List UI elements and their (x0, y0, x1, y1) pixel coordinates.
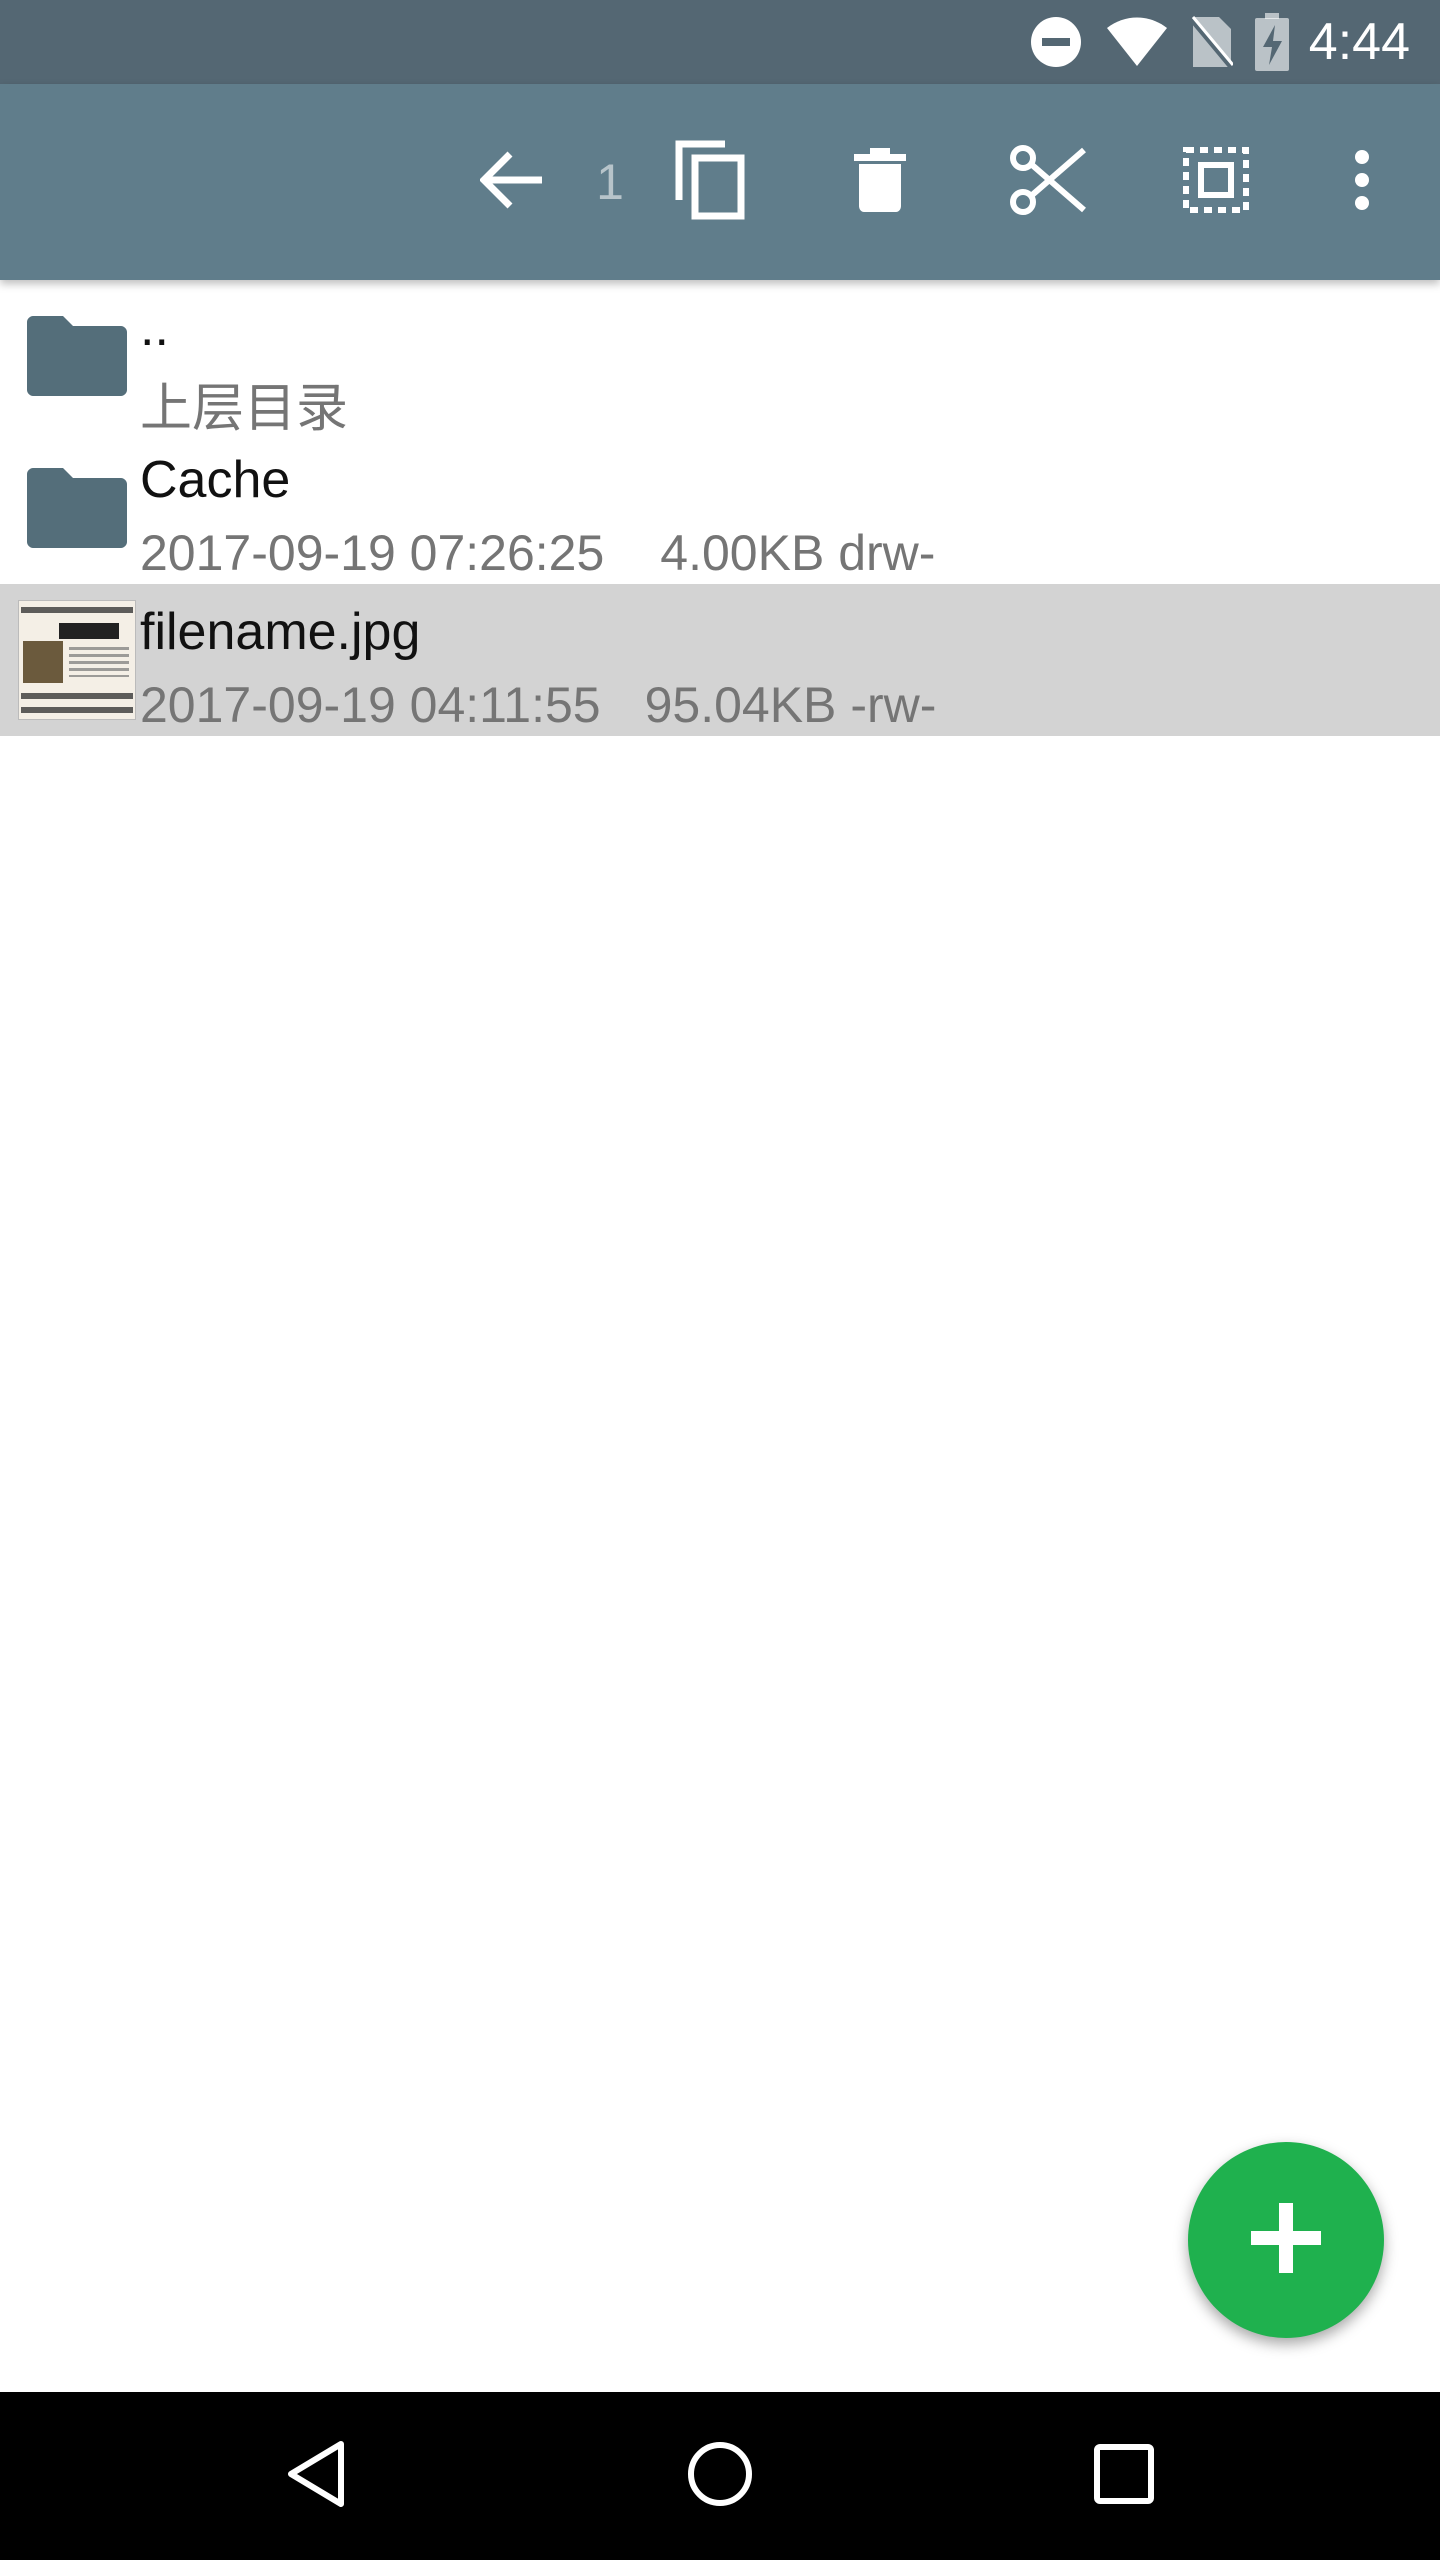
file-size: 4.00KB (660, 525, 825, 581)
delete-button[interactable] (820, 84, 940, 280)
folder-icon (14, 432, 140, 584)
file-permissions: -rw- (850, 677, 937, 733)
nav-home-button[interactable] (620, 2392, 820, 2560)
add-button[interactable] (1188, 2142, 1384, 2338)
file-date: 2017-09-19 07:26:25 (140, 525, 605, 581)
cut-button[interactable] (988, 84, 1108, 280)
back-button[interactable] (452, 84, 572, 280)
select-all-icon (1183, 146, 1249, 218)
copy-icon (675, 140, 745, 225)
file-name: Cache (140, 451, 291, 509)
more-vert-icon (1354, 149, 1370, 216)
nav-recents-icon (1094, 2443, 1154, 2509)
file-name: .. (140, 299, 169, 357)
file-date: 2017-09-19 04:11:55 (140, 677, 601, 733)
navigation-bar (0, 2392, 1440, 2560)
plus-icon (1251, 2202, 1321, 2278)
select-all-button[interactable] (1156, 84, 1276, 280)
selected-count: 1 (596, 154, 624, 210)
status-bar: 4:44 (0, 0, 1440, 84)
cut-icon (1010, 144, 1086, 221)
nav-home-icon (687, 2441, 753, 2512)
battery-charging-icon (1254, 13, 1289, 71)
more-options-button[interactable] (1302, 84, 1422, 280)
file-meta: 2017-09-19 07:26:25 4.00KB drw- (140, 524, 935, 582)
delete-icon (854, 147, 906, 217)
file-size: 95.04KB (644, 677, 837, 733)
list-item-parent-directory[interactable]: .. 上层目录 (0, 280, 1440, 439)
nav-recents-button[interactable] (1024, 2392, 1224, 2560)
status-time: 4:44 (1308, 13, 1410, 71)
nav-back-icon (286, 2440, 346, 2513)
folder-icon (14, 280, 140, 432)
file-name: filename.jpg (140, 603, 421, 661)
no-sim-icon (1188, 15, 1233, 69)
image-thumbnail (14, 584, 140, 736)
action-toolbar: 1 (0, 84, 1440, 280)
file-permissions: drw- (838, 525, 936, 581)
nav-back-button[interactable] (216, 2392, 416, 2560)
status-icons: 4:44 (1029, 0, 1410, 84)
copy-button[interactable] (650, 84, 770, 280)
list-item-filename-jpg[interactable]: filename.jpg 2017-09-19 04:11:55 95.04KB … (0, 584, 1440, 736)
file-subtitle: 上层目录 (140, 379, 349, 439)
file-meta: 2017-09-19 04:11:55 95.04KB -rw- (140, 676, 936, 734)
do-not-disturb-icon (1029, 15, 1083, 69)
file-list: .. 上层目录 Cache 2017-09-19 07:26:25 4.00KB … (0, 280, 1440, 736)
list-item-cache[interactable]: Cache 2017-09-19 07:26:25 4.00KB drw- (0, 432, 1440, 584)
wifi-icon (1105, 16, 1169, 68)
back-arrow-icon (479, 150, 544, 215)
